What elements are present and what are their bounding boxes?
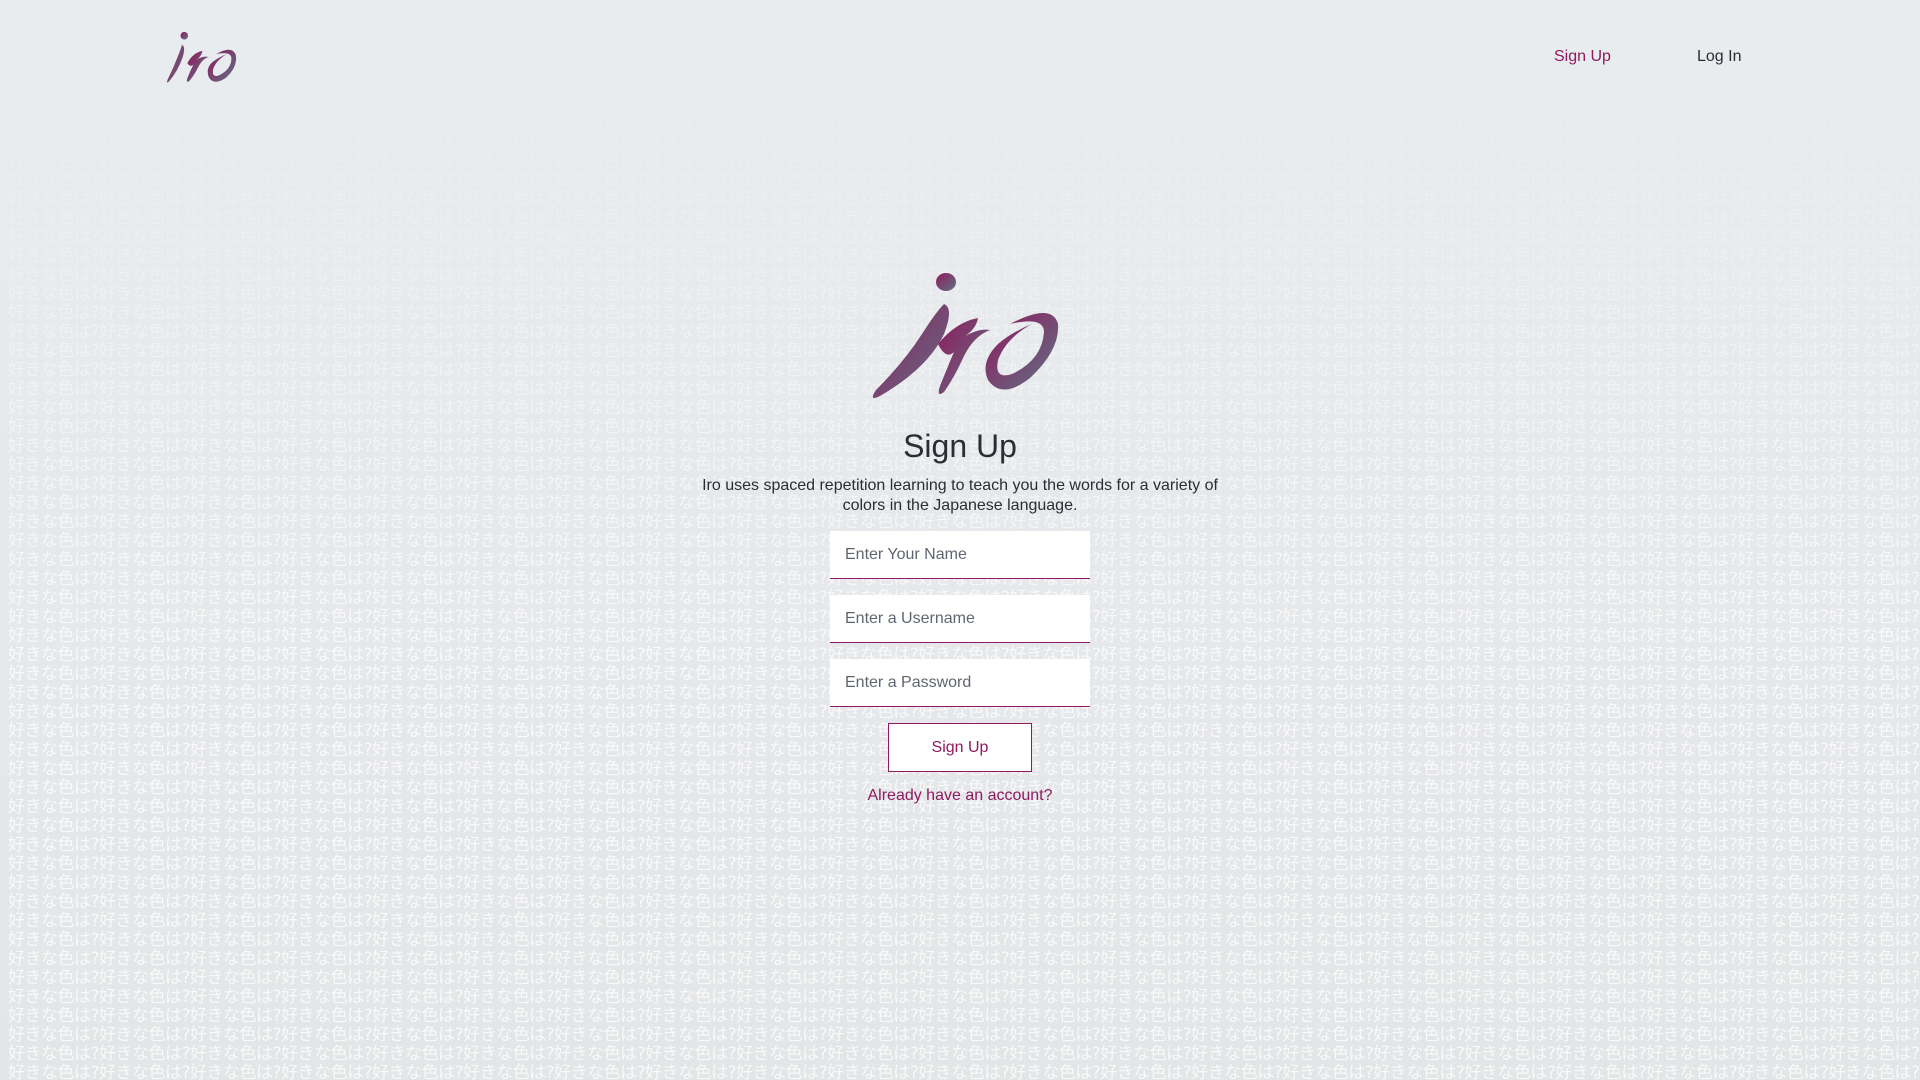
already-account-container: Already have an account? (0, 787, 1920, 805)
description-text: Iro uses spaced repetition learning to t… (702, 477, 1218, 514)
signup-submit-button[interactable]: Sign Up (888, 723, 1032, 772)
password-input[interactable] (830, 659, 1090, 707)
page-title: Sign Up (903, 428, 1017, 464)
logo-large (872, 273, 1059, 398)
logo-small[interactable] (163, 28, 239, 86)
top-nav: Sign Up Log In (0, 0, 1920, 118)
nav-signup-link[interactable]: Sign Up (1554, 48, 1611, 66)
signup-section: Sign Up Iro uses spaced repetition learn… (0, 0, 1920, 1080)
name-input[interactable] (830, 531, 1090, 579)
nav-login-link[interactable]: Log In (1697, 48, 1741, 66)
already-have-account-link[interactable]: Already have an account? (867, 787, 1052, 804)
username-input[interactable] (830, 595, 1090, 643)
